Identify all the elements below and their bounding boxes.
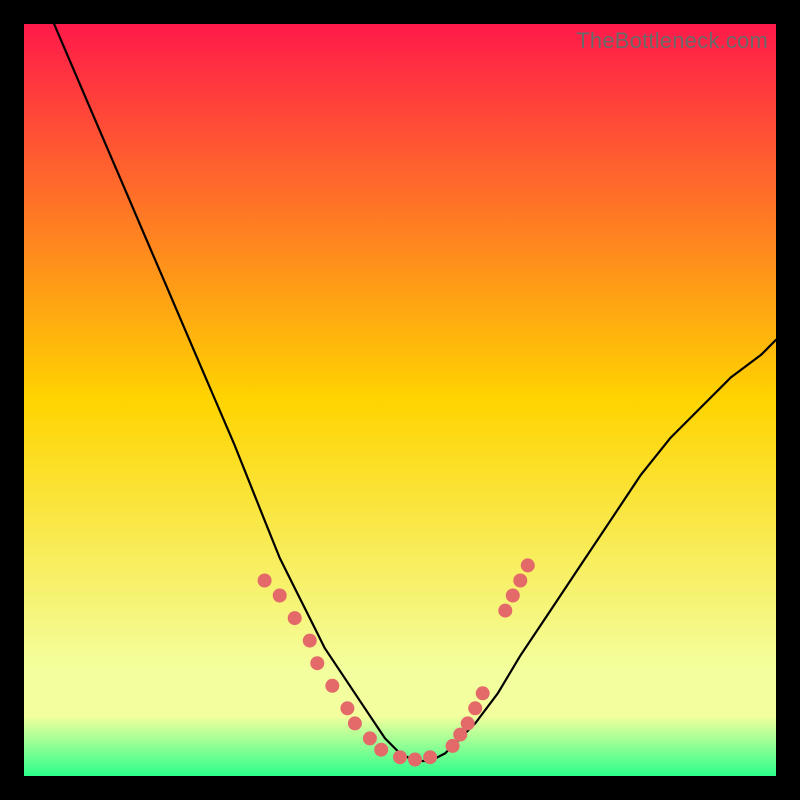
data-marker [273, 589, 287, 603]
data-marker [288, 611, 302, 625]
data-marker [303, 634, 317, 648]
data-marker [506, 589, 520, 603]
chart-frame: TheBottleneck.com [24, 24, 776, 776]
data-marker [325, 679, 339, 693]
watermark-text: TheBottleneck.com [576, 28, 768, 54]
bottleneck-chart [24, 24, 776, 776]
data-marker [374, 743, 388, 757]
data-marker [393, 750, 407, 764]
data-marker [468, 701, 482, 715]
data-marker [310, 656, 324, 670]
data-marker [476, 686, 490, 700]
data-marker [340, 701, 354, 715]
data-marker [363, 731, 377, 745]
data-marker [513, 574, 527, 588]
gradient-background [24, 24, 776, 776]
data-marker [348, 716, 362, 730]
data-marker [521, 558, 535, 572]
data-marker [498, 604, 512, 618]
data-marker [461, 716, 475, 730]
data-marker [423, 750, 437, 764]
data-marker [408, 753, 422, 767]
data-marker [258, 574, 272, 588]
